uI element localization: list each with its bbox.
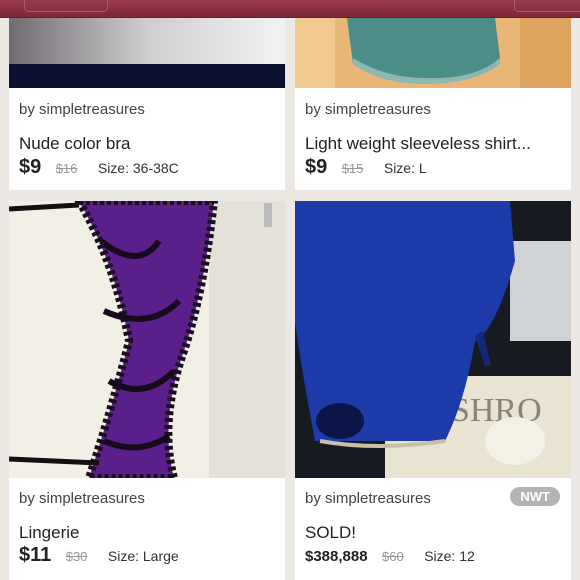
back-button[interactable] xyxy=(24,0,108,12)
listing-image[interactable] xyxy=(9,18,285,88)
listing-image[interactable]: FASHRO xyxy=(295,201,571,478)
listing-title[interactable]: Nude color bra xyxy=(19,134,131,154)
listing-title[interactable]: Light weight sleeveless shirt... xyxy=(305,134,531,154)
listing-card[interactable]: FASHRO NWT by simpletreasures SOLD! $388… xyxy=(295,201,571,580)
seller-name[interactable]: by simpletreasures xyxy=(305,101,431,118)
size-label: Size: 12 xyxy=(424,548,475,564)
size-label: Size: Large xyxy=(107,548,179,564)
original-price: $16 xyxy=(55,161,78,176)
price: $9 xyxy=(305,156,328,178)
seller-name[interactable]: by simpletreasures xyxy=(19,490,145,507)
listing-card[interactable]: by simpletreasures Nude color bra $9 $16… xyxy=(9,18,285,190)
price: $9 xyxy=(19,156,42,178)
seller-name[interactable]: by simpletreasures xyxy=(19,101,145,118)
original-price: $30 xyxy=(65,549,88,564)
seller-name[interactable]: by simpletreasures xyxy=(305,490,431,507)
original-price: $60 xyxy=(382,549,404,564)
size-label: Size: L xyxy=(383,160,427,176)
listing-image[interactable] xyxy=(9,201,285,478)
listing-title[interactable]: Lingerie xyxy=(19,523,80,543)
top-nav-bar xyxy=(0,0,580,18)
price: $11 xyxy=(19,544,52,566)
listing-card[interactable]: by simpletreasures Lingerie $11 $30 Size… xyxy=(9,201,285,580)
price: $388,888 xyxy=(305,548,368,565)
size-label: Size: 36-38C xyxy=(97,160,179,176)
listing-card[interactable]: by simpletreasures Light weight sleevele… xyxy=(295,18,571,190)
menu-button[interactable] xyxy=(514,0,580,12)
nwt-badge: NWT xyxy=(510,487,560,506)
original-price: $15 xyxy=(341,161,364,176)
listing-title[interactable]: SOLD! xyxy=(305,523,356,543)
listing-image[interactable] xyxy=(295,18,571,88)
